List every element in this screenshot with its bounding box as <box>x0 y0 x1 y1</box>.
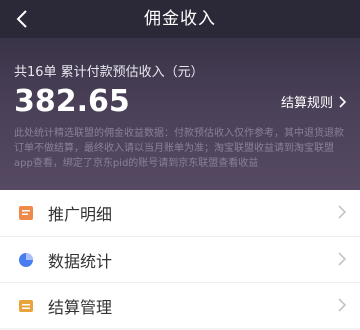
earnings-summary: 共16单 累计付款预估收入（元） 382.65 结算规则 此处统计精选联盟的佣金… <box>0 38 360 190</box>
page-title: 佣金收入 <box>144 9 216 29</box>
menu-item-settlement-management[interactable]: 结算管理 <box>0 282 360 328</box>
menu-item-label: 推广明细 <box>48 205 113 224</box>
menu-item-label: 数据统计 <box>48 251 113 271</box>
income-disclaimer: 此处统计精选联盟的佣金收益数据：付款预估收入仅作参考，其中退货退款订单不做结算，… <box>14 128 344 169</box>
settlement-rules-label: 结算规则 <box>280 96 333 111</box>
menu-item-label: 结算管理 <box>48 297 113 317</box>
chevron-right-icon <box>338 298 346 312</box>
chevron-right-icon <box>339 95 346 108</box>
pie-chart-icon <box>16 250 36 270</box>
chevron-right-icon <box>338 205 346 219</box>
nav-bar: 佣金收入 <box>0 0 360 38</box>
chevron-right-icon <box>338 252 346 266</box>
settlement-rules-link[interactable]: 结算规则 <box>281 92 346 111</box>
estimated-income-amount: 382.65 <box>14 84 130 119</box>
wallet-icon <box>16 296 36 316</box>
menu-item-data-statistics[interactable]: 数据统计 <box>0 236 360 282</box>
menu-list: 推广明细 数据统计 结算管理 <box>0 190 360 328</box>
order-count-summary: 共16单 累计付款预估收入（元） <box>14 65 204 80</box>
menu-item-promotion-details[interactable]: 推广明细 <box>0 190 360 236</box>
document-icon <box>16 203 36 223</box>
